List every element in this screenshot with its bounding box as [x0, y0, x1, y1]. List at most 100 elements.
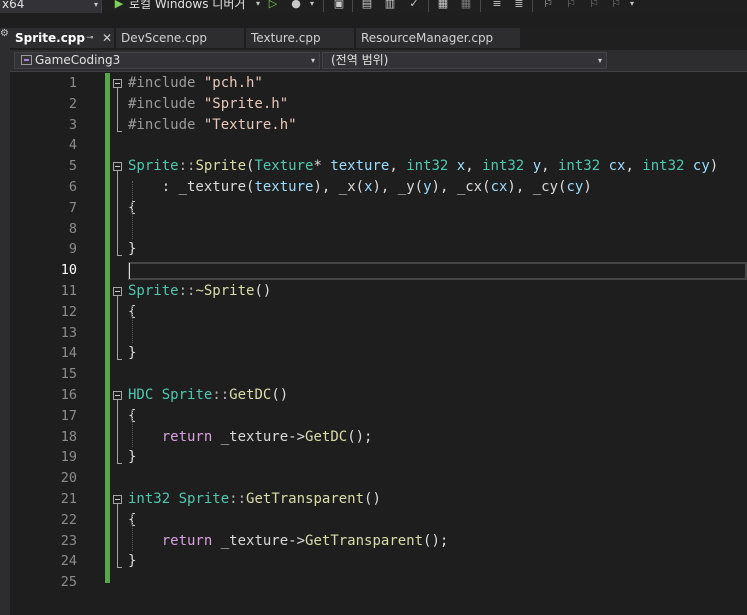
- line-number[interactable]: 12: [36, 302, 77, 323]
- code-line[interactable]: }: [128, 343, 136, 364]
- line-number[interactable]: 23: [36, 531, 77, 552]
- code-line[interactable]: #include "Sprite.h": [128, 94, 288, 115]
- line-number[interactable]: 2: [36, 94, 77, 115]
- code-line[interactable]: return _texture->GetTransparent();: [128, 531, 449, 552]
- fire-icon[interactable]: ●: [289, 0, 303, 12]
- code-token: }: [128, 345, 137, 362]
- comment-icon[interactable]: ▦: [436, 0, 450, 12]
- tab-texture-cpp[interactable]: Texture.cpp: [246, 28, 354, 48]
- collapse-region-icon[interactable]: [113, 495, 122, 504]
- code-line[interactable]: }: [128, 239, 136, 260]
- code-line[interactable]: #include "pch.h": [128, 73, 263, 94]
- code-editor[interactable]: 1 2 3 4 5 6 7 8 9 10 11 12 13 14 15 16 17 18 19 20 21 22 23 24 2…: [10, 72, 747, 615]
- line-number[interactable]: 25: [36, 572, 77, 593]
- line-number[interactable]: 17: [36, 406, 77, 427]
- toolbar-separator: [428, 0, 429, 12]
- code-token: (): [271, 387, 289, 403]
- line-number[interactable]: 10: [36, 260, 77, 281]
- indent-icon[interactable]: ≡: [490, 0, 504, 12]
- code-token: ),: [431, 179, 457, 195]
- outline-line: [117, 88, 118, 131]
- line-number[interactable]: 7: [36, 198, 77, 219]
- tab-devscene-cpp[interactable]: DevScene.cpp: [116, 28, 244, 48]
- scope-dropdown[interactable]: (전역 범위) ▾: [322, 52, 607, 69]
- bookmark-next-icon[interactable]: ⚐: [587, 0, 601, 12]
- code-line[interactable]: return _texture->GetDC();: [128, 427, 373, 448]
- platform-label: x64: [2, 0, 25, 11]
- chevron-down-icon[interactable]: ▾: [251, 0, 265, 12]
- line-number[interactable]: 1: [36, 73, 77, 94]
- line-number[interactable]: 21: [36, 489, 77, 510]
- collapse-region-icon[interactable]: [113, 391, 122, 400]
- code-token: texture: [254, 179, 314, 195]
- outline-line: [117, 400, 118, 464]
- format-icon[interactable]: ▥: [383, 0, 397, 12]
- bookmark-prev-icon[interactable]: ⚐: [564, 0, 578, 12]
- line-number[interactable]: 11: [36, 281, 77, 302]
- line-number[interactable]: 16: [36, 385, 77, 406]
- code-line[interactable]: Sprite::~Sprite(): [128, 281, 271, 302]
- collapse-region-icon[interactable]: [113, 162, 122, 172]
- line-number[interactable]: 15: [36, 364, 77, 385]
- line-number[interactable]: 4: [36, 135, 77, 156]
- play-icon[interactable]: ▶: [112, 0, 126, 12]
- code-line[interactable]: : _texture(texture), _x(x), _y(y), _cx(c…: [128, 177, 592, 198]
- pin-icon[interactable]: ⊸: [86, 28, 94, 48]
- tab-sprite-cpp[interactable]: Sprite.cpp ⊸ ✕: [10, 28, 114, 50]
- code-token: int32: [482, 158, 525, 175]
- browser-link-icon[interactable]: ▣: [332, 0, 346, 12]
- code-token: }: [128, 241, 137, 258]
- indent-guide: [132, 513, 133, 552]
- code-line[interactable]: HDC Sprite::GetDC(): [128, 385, 288, 406]
- debugger-label[interactable]: 로컬 Windows 디버거: [129, 0, 245, 13]
- line-number[interactable]: 13: [36, 323, 77, 344]
- code-token: _cx: [456, 179, 483, 195]
- line-number[interactable]: 18: [36, 427, 77, 448]
- chevron-down-icon[interactable]: ▾: [305, 0, 319, 12]
- code-token: ),: [313, 179, 339, 195]
- line-number[interactable]: 24: [36, 551, 77, 572]
- code-token: int32: [557, 158, 601, 175]
- code-line[interactable]: Sprite::Sprite(Texture* texture, int32 x…: [128, 156, 718, 177]
- code-line[interactable]: }: [128, 447, 136, 468]
- platform-dropdown[interactable]: x64 ▾: [0, 0, 102, 13]
- glyph-margin[interactable]: [10, 72, 36, 615]
- bookmark-clear-icon[interactable]: ⚐: [609, 0, 623, 12]
- find-icon[interactable]: ▤: [360, 0, 374, 12]
- code-token: return: [161, 428, 213, 445]
- outdent-icon[interactable]: ≣: [512, 0, 526, 12]
- code-line[interactable]: #include "Texture.h": [128, 115, 297, 136]
- code-token: ,: [465, 158, 483, 175]
- tab-resourcemanager-cpp[interactable]: ResourceManager.cpp: [356, 28, 520, 48]
- line-number[interactable]: 20: [36, 468, 77, 489]
- project-dropdown[interactable]: GameCoding3 ▾: [14, 52, 320, 69]
- collapse-region-icon[interactable]: [113, 287, 122, 296]
- line-number[interactable]: 3: [36, 115, 77, 136]
- play-outline-icon[interactable]: ▷: [266, 0, 280, 12]
- code-token: GetTransparent: [246, 491, 365, 507]
- line-number[interactable]: 19: [36, 447, 77, 468]
- line-number[interactable]: 22: [36, 510, 77, 531]
- line-number[interactable]: 8: [36, 219, 77, 240]
- gear-icon[interactable]: ⚙: [0, 28, 9, 39]
- uncomment-icon[interactable]: ▦: [459, 0, 473, 12]
- collapse-region-icon[interactable]: [113, 79, 122, 88]
- close-icon[interactable]: ✕: [102, 28, 112, 48]
- chevron-down-icon[interactable]: ▾: [625, 0, 639, 12]
- indent-guide: [132, 305, 133, 344]
- code-line[interactable]: int32 Sprite::GetTransparent(): [128, 489, 381, 510]
- project-label: GameCoding3: [35, 53, 121, 67]
- line-number[interactable]: 9: [36, 239, 77, 260]
- bookmark-icon[interactable]: ⚐: [541, 0, 555, 12]
- spellcheck-icon[interactable]: ✓: [407, 0, 421, 12]
- line-number[interactable]: 14: [36, 343, 77, 364]
- line-number[interactable]: 6: [36, 177, 77, 198]
- code-token: int32: [406, 158, 449, 175]
- code-token: cy: [692, 158, 710, 175]
- code-token: Sprite: [128, 158, 179, 175]
- line-number[interactable]: 5: [36, 156, 77, 177]
- code-line[interactable]: }: [128, 551, 136, 572]
- code-token: (): [254, 283, 272, 299]
